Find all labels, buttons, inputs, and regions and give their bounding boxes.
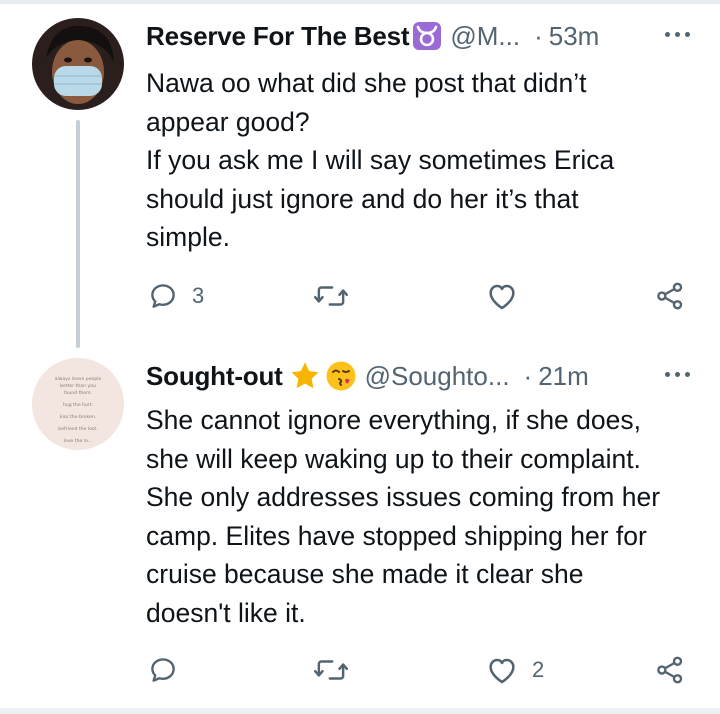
tweet-line: simple. — [146, 222, 230, 252]
display-name[interactable]: Reserve For The Best — [146, 21, 410, 52]
avatar-text-line: befriend the lost. — [58, 426, 97, 432]
tweet-line: cruise because she made it clear she — [146, 559, 584, 589]
avatar-text-line: better than you — [60, 383, 96, 389]
like-count: 2 — [532, 657, 545, 682]
retweet-button[interactable] — [314, 650, 348, 690]
avatar[interactable] — [32, 18, 124, 110]
tweet-line: Nawa oo what did she post that didn’t — [146, 68, 587, 98]
tweet-line: She cannot ignore everything, if she doe… — [146, 405, 641, 435]
avatar-text-line: always leave people — [55, 376, 102, 382]
heart-icon — [489, 658, 515, 684]
tweet-line: should just ignore and do her it’s that — [146, 183, 579, 214]
share-icon — [657, 656, 683, 684]
tweet-actions: 3 — [146, 276, 696, 316]
avatar-text-line: found them. — [64, 390, 92, 396]
display-name[interactable]: Sought-out — [146, 361, 283, 392]
share-icon — [657, 282, 683, 310]
reply-button[interactable] — [148, 650, 192, 690]
reply-button[interactable]: 3 — [148, 276, 204, 316]
avatar-text-line: kiss the broken. — [60, 414, 96, 420]
user-photo-avatar — [32, 18, 124, 110]
reply-icon — [151, 284, 175, 308]
like-button[interactable]: 2 — [486, 650, 544, 690]
tweet-line: she will keep waking up to their complai… — [146, 443, 641, 474]
kiss-face-icon — [325, 360, 357, 392]
tweet-reply-2[interactable]: always leave people better than you foun… — [0, 340, 720, 708]
share-button[interactable] — [654, 276, 686, 316]
tweet-reply-1[interactable]: Reserve For The Best @M... · 53m Nawa oo… — [0, 0, 720, 340]
tweet-text: She cannot ignore everything, if she doe… — [146, 401, 706, 632]
reply-icon — [151, 658, 175, 682]
tweet-line: doesn't like it. — [146, 597, 306, 628]
tweet-line: appear good? — [146, 106, 310, 137]
avatar-text-line: love the lo... — [64, 438, 92, 444]
tweet-header: Sought-out @Soughto... · 21m — [146, 356, 690, 396]
quote-image-avatar: always leave people better than you foun… — [32, 358, 124, 450]
tweet-actions: 2 — [146, 650, 696, 690]
bottom-divider — [0, 708, 720, 714]
tweet-line: camp. Elites have stopped shipping her f… — [146, 520, 647, 551]
user-handle[interactable]: @Soughto... — [365, 361, 510, 392]
star-icon — [289, 360, 321, 392]
tweet-line: If you ask me I will say sometimes Erica — [146, 145, 615, 175]
share-button[interactable] — [654, 650, 686, 690]
avatar[interactable]: always leave people better than you foun… — [32, 358, 124, 450]
separator-dot: · — [534, 20, 543, 51]
reply-count: 3 — [192, 283, 205, 308]
avatar-text-line: hug the hurt. — [63, 402, 93, 408]
heart-icon — [489, 284, 515, 310]
like-button[interactable] — [486, 276, 518, 316]
timestamp[interactable]: 53m — [549, 21, 600, 52]
taurus-icon — [412, 21, 442, 51]
user-handle[interactable]: @M... — [450, 21, 520, 52]
more-options-icon[interactable] — [665, 32, 690, 37]
retweet-button[interactable] — [314, 276, 348, 316]
retweet-icon — [314, 660, 348, 680]
timestamp[interactable]: 21m — [538, 361, 589, 392]
tweet-line: She only addresses issues coming from he… — [146, 482, 661, 512]
tweet-header: Reserve For The Best @M... · 53m — [146, 16, 690, 56]
retweet-icon — [314, 286, 348, 306]
more-options-icon[interactable] — [665, 372, 690, 377]
separator-dot: · — [523, 360, 533, 391]
tweet-text: Nawa oo what did she post that didn’t ap… — [146, 64, 706, 257]
